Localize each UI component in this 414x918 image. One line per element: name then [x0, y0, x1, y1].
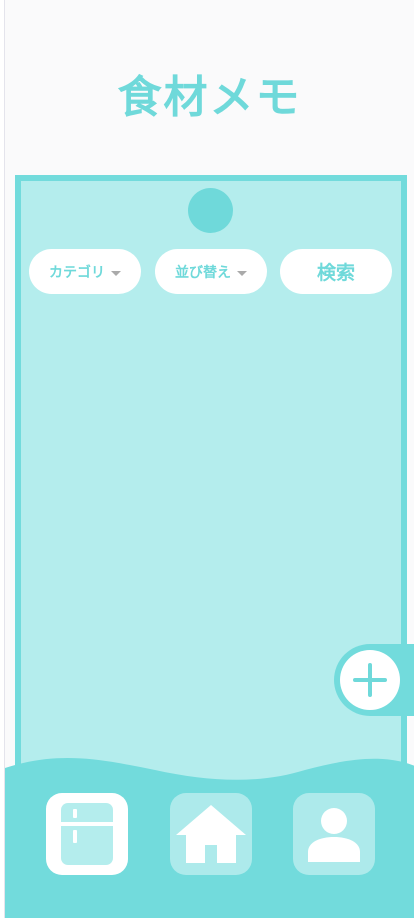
home-icon — [176, 805, 246, 863]
sort-dropdown[interactable]: 並び替え — [155, 249, 267, 294]
search-button-label: 検索 — [316, 262, 355, 284]
chevron-down-icon — [111, 270, 121, 276]
board-pin-decoration — [188, 188, 233, 233]
category-dropdown[interactable]: カテゴリ — [29, 249, 141, 294]
chevron-down-icon — [237, 270, 247, 276]
fridge-icon — [61, 803, 113, 865]
sort-dropdown-label: 並び替え — [175, 264, 231, 281]
category-dropdown-label: カテゴリ — [49, 264, 105, 281]
add-food-button[interactable] — [340, 650, 400, 710]
nav-profile-button[interactable] — [293, 793, 375, 875]
plus-icon — [353, 663, 387, 697]
page-title: 食材メモ — [117, 72, 302, 123]
person-icon — [308, 808, 360, 862]
search-button[interactable]: 検索 — [280, 249, 392, 294]
app-screen: 食材メモ カテゴリ 並び替え 検索 — [4, 0, 414, 918]
nav-home-button[interactable] — [170, 793, 252, 875]
nav-fridge-button[interactable] — [46, 793, 128, 875]
